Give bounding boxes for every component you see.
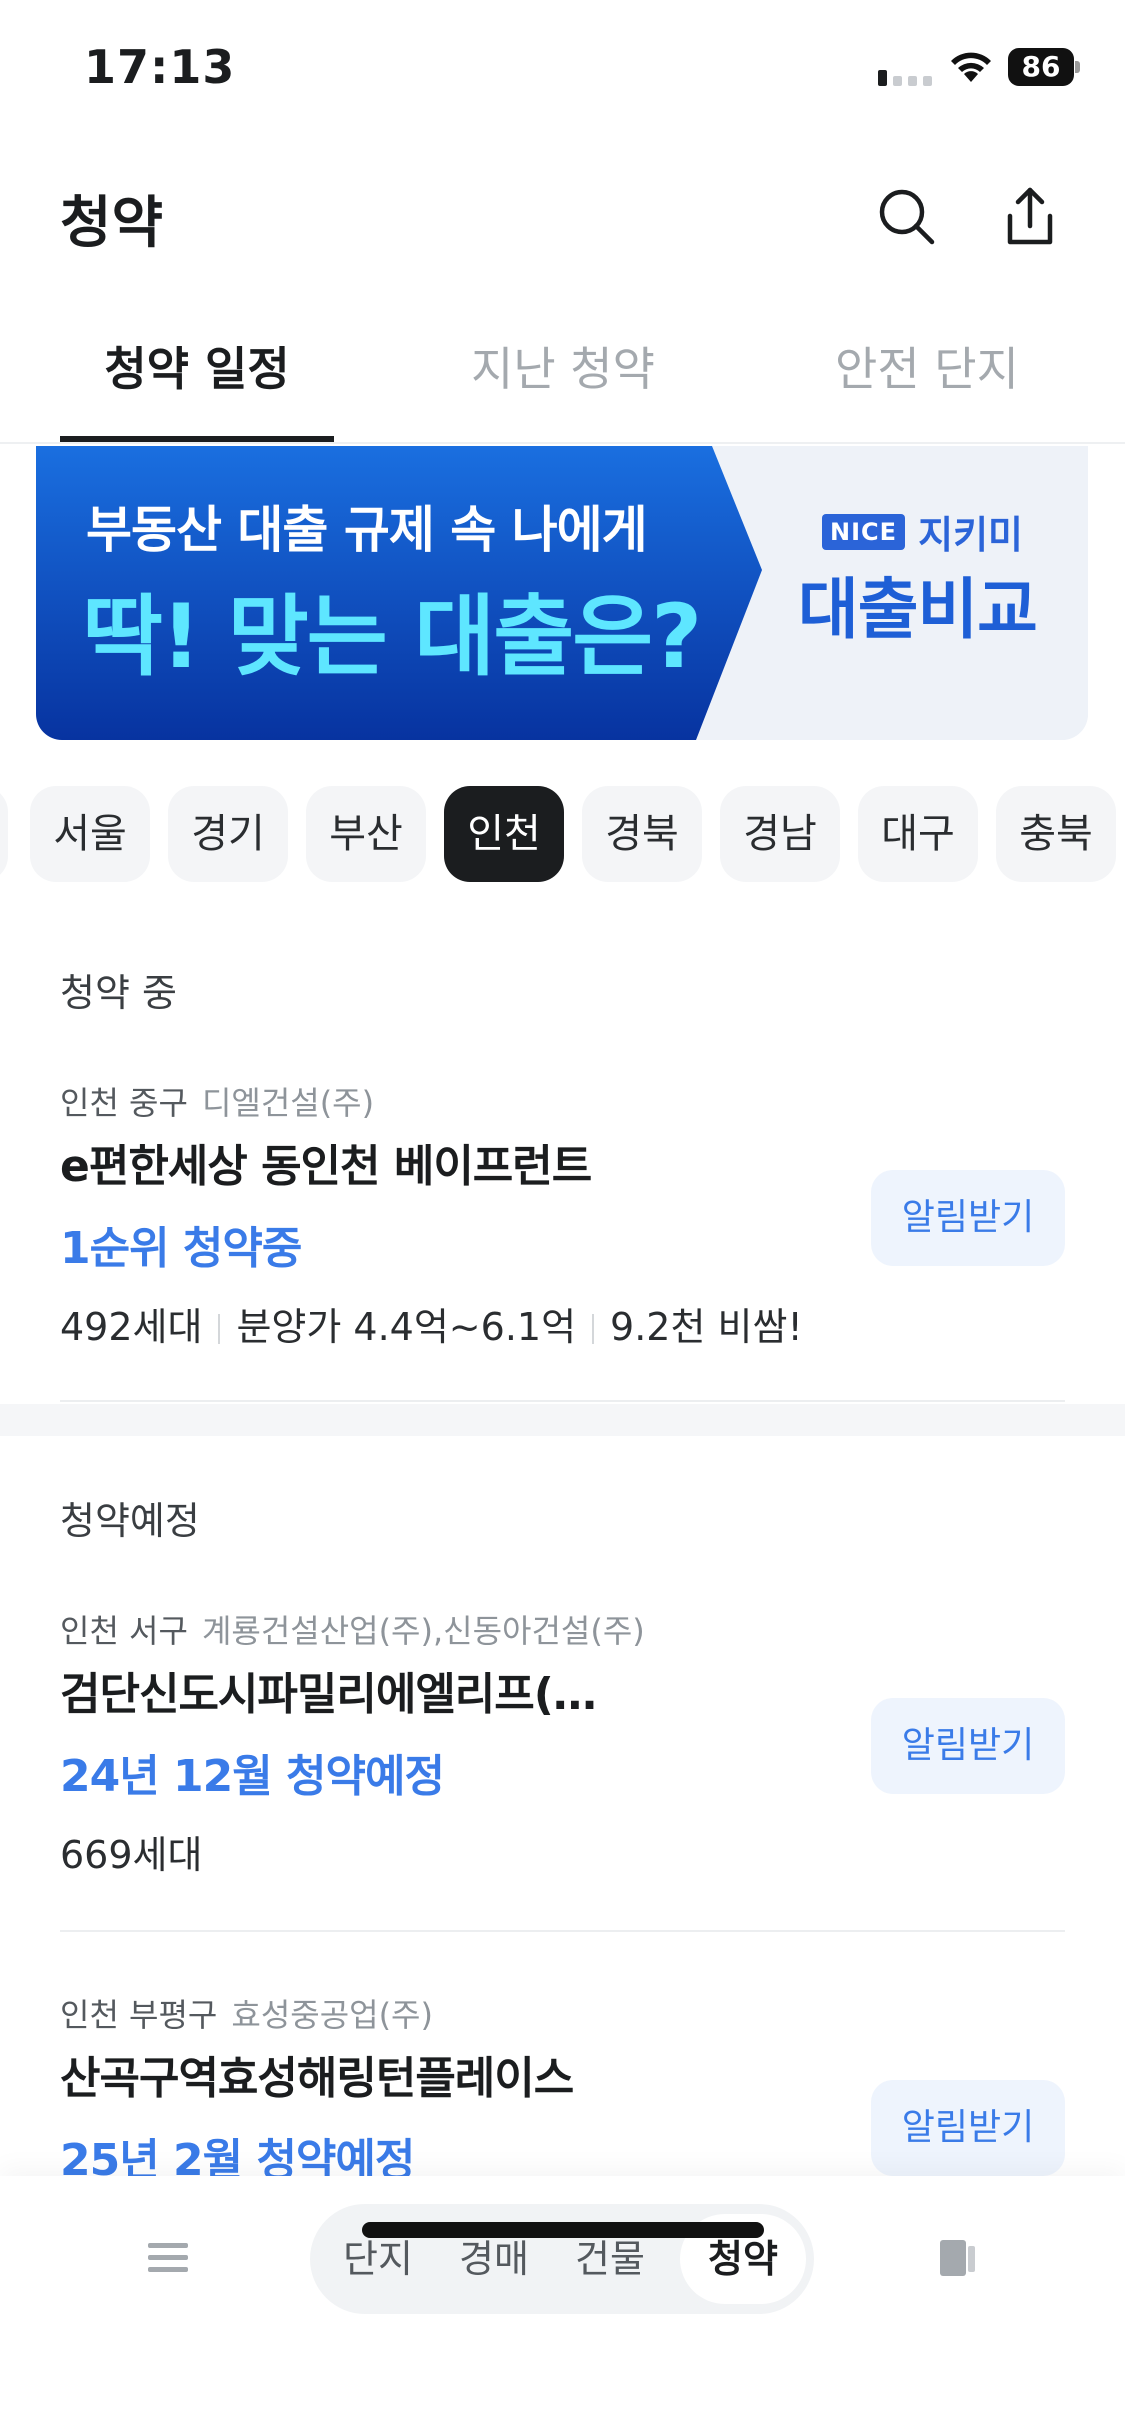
region-chip-seoul[interactable]: 서울	[30, 786, 150, 882]
item-meta: 669세대	[60, 1824, 202, 1879]
alert-button[interactable]: 알림받기	[871, 1170, 1065, 1266]
region-chip-chungbuk[interactable]: 충북	[996, 786, 1116, 882]
section-title-upcoming: 청약예정	[60, 1499, 200, 1543]
menu-icon[interactable]	[148, 2240, 188, 2276]
battery-cap	[1075, 61, 1080, 73]
region-chip-gyeonggi[interactable]: 경기	[168, 786, 288, 882]
banner-brand: NICE 지키미	[822, 504, 1023, 557]
item-region: 인천 서구	[60, 1612, 188, 1650]
section-title-ongoing: 청약 중	[60, 971, 177, 1015]
item-builder: 효성중공업(주)	[231, 1996, 433, 2034]
tab-past[interactable]: 지난 청약	[418, 296, 708, 444]
list-item[interactable]: 인천 중구 디엘건설(주) e편한세상 동인천 베이프런트 1순위 청약중 492…	[60, 1078, 1065, 1358]
section-gap	[0, 1404, 1125, 1436]
banner-question: 딱! 맞는 대출은?	[82, 585, 702, 688]
item-status: 24년 12월 청약예정	[60, 1751, 445, 1802]
banner-headline: 부동산 대출 규제 속 나에게	[86, 501, 648, 559]
item-status: 1순위 청약중	[60, 1223, 302, 1274]
bottom-nav: 단지 경매 건물 청약	[0, 2176, 1125, 2436]
region-chip-busan[interactable]: 부산	[306, 786, 426, 882]
list-item[interactable]: 인천 부평구 효성중공업(주) 산곡구역효성해링턴플레이스 25년 2월 청약예정…	[60, 1990, 1065, 2176]
item-price-compare: 9.2천 비쌈!	[610, 1305, 803, 1349]
battery-level: 86	[1008, 48, 1074, 86]
alert-button[interactable]: 알림받기	[871, 1698, 1065, 1794]
status-bar: 17:13 86	[0, 0, 1125, 136]
page-header: 청약	[0, 136, 1125, 296]
item-location: 인천 중구 디엘건설(주)	[60, 1078, 374, 1124]
item-region: 인천 부평구	[60, 1996, 218, 2034]
item-households: 492세대	[60, 1305, 203, 1349]
item-name: 산곡구역효성해링턴플레이스	[60, 2053, 574, 2104]
page-title: 청약	[60, 191, 164, 256]
region-chip-daegu[interactable]: 대구	[858, 786, 978, 882]
tab-safe-complex[interactable]: 안전 단지	[782, 296, 1072, 444]
region-chip-gyeongbuk[interactable]: 경북	[582, 786, 702, 882]
home-indicator	[362, 2222, 764, 2238]
item-price: 분양가 4.4억~6.1억	[236, 1305, 577, 1349]
item-region: 인천 중구	[60, 1084, 188, 1122]
item-name: 검단신도시파밀리에엘리프(…	[60, 1669, 597, 1720]
tab-schedule[interactable]: 청약 일정	[52, 296, 342, 444]
region-chip-partial[interactable]	[0, 786, 8, 882]
item-location: 인천 부평구 효성중공업(주)	[60, 1990, 433, 2036]
item-location: 인천 서구 계룡건설산업(주),신동아건설(주)	[60, 1606, 645, 1652]
wifi-icon	[951, 52, 991, 82]
nav-segment: 단지 경매 건물 청약	[310, 2204, 814, 2314]
book-icon[interactable]	[938, 2238, 978, 2278]
region-chip-gyeongnam[interactable]: 경남	[720, 786, 840, 882]
meta-separator	[218, 1314, 221, 1344]
item-name: e편한세상 동인천 베이프런트	[60, 1141, 592, 1192]
region-chip-incheon[interactable]: 인천	[444, 786, 564, 882]
status-time: 17:13	[84, 40, 236, 94]
meta-separator	[592, 1314, 595, 1344]
tab-bar: 청약 일정 지난 청약 안전 단지	[0, 296, 1125, 444]
nice-badge: NICE	[822, 513, 906, 550]
item-households: 669세대	[60, 1833, 203, 1877]
region-chip-list: 서울 경기 부산 인천 경북 경남 대구 충북	[0, 786, 1125, 886]
item-meta: 492세대 분양가 4.4억~6.1억 9.2천 비쌈!	[60, 1296, 803, 1351]
item-builder: 계룡건설산업(주),신동아건설(주)	[201, 1612, 645, 1650]
banner-cta: 대출비교	[798, 571, 1038, 648]
share-icon[interactable]	[994, 180, 1066, 252]
item-status: 25년 2월 청약예정	[60, 2135, 415, 2176]
brand-name: 지키미	[918, 513, 1024, 557]
divider	[60, 1930, 1065, 1932]
divider	[60, 1400, 1065, 1402]
tab-underline	[60, 436, 334, 442]
item-builder: 디엘건설(주)	[201, 1084, 375, 1122]
alert-button[interactable]: 알림받기	[871, 2080, 1065, 2176]
loan-banner[interactable]: 부동산 대출 규제 속 나에게 딱! 맞는 대출은? NICE 지키미 대출비교	[36, 446, 1088, 740]
battery-indicator: 86	[1008, 48, 1080, 86]
cellular-signal-icon	[878, 70, 932, 86]
list-item[interactable]: 인천 서구 계룡건설산업(주),신동아건설(주) 검단신도시파밀리에엘리프(… 2…	[60, 1606, 1065, 1886]
search-icon[interactable]	[870, 180, 942, 252]
